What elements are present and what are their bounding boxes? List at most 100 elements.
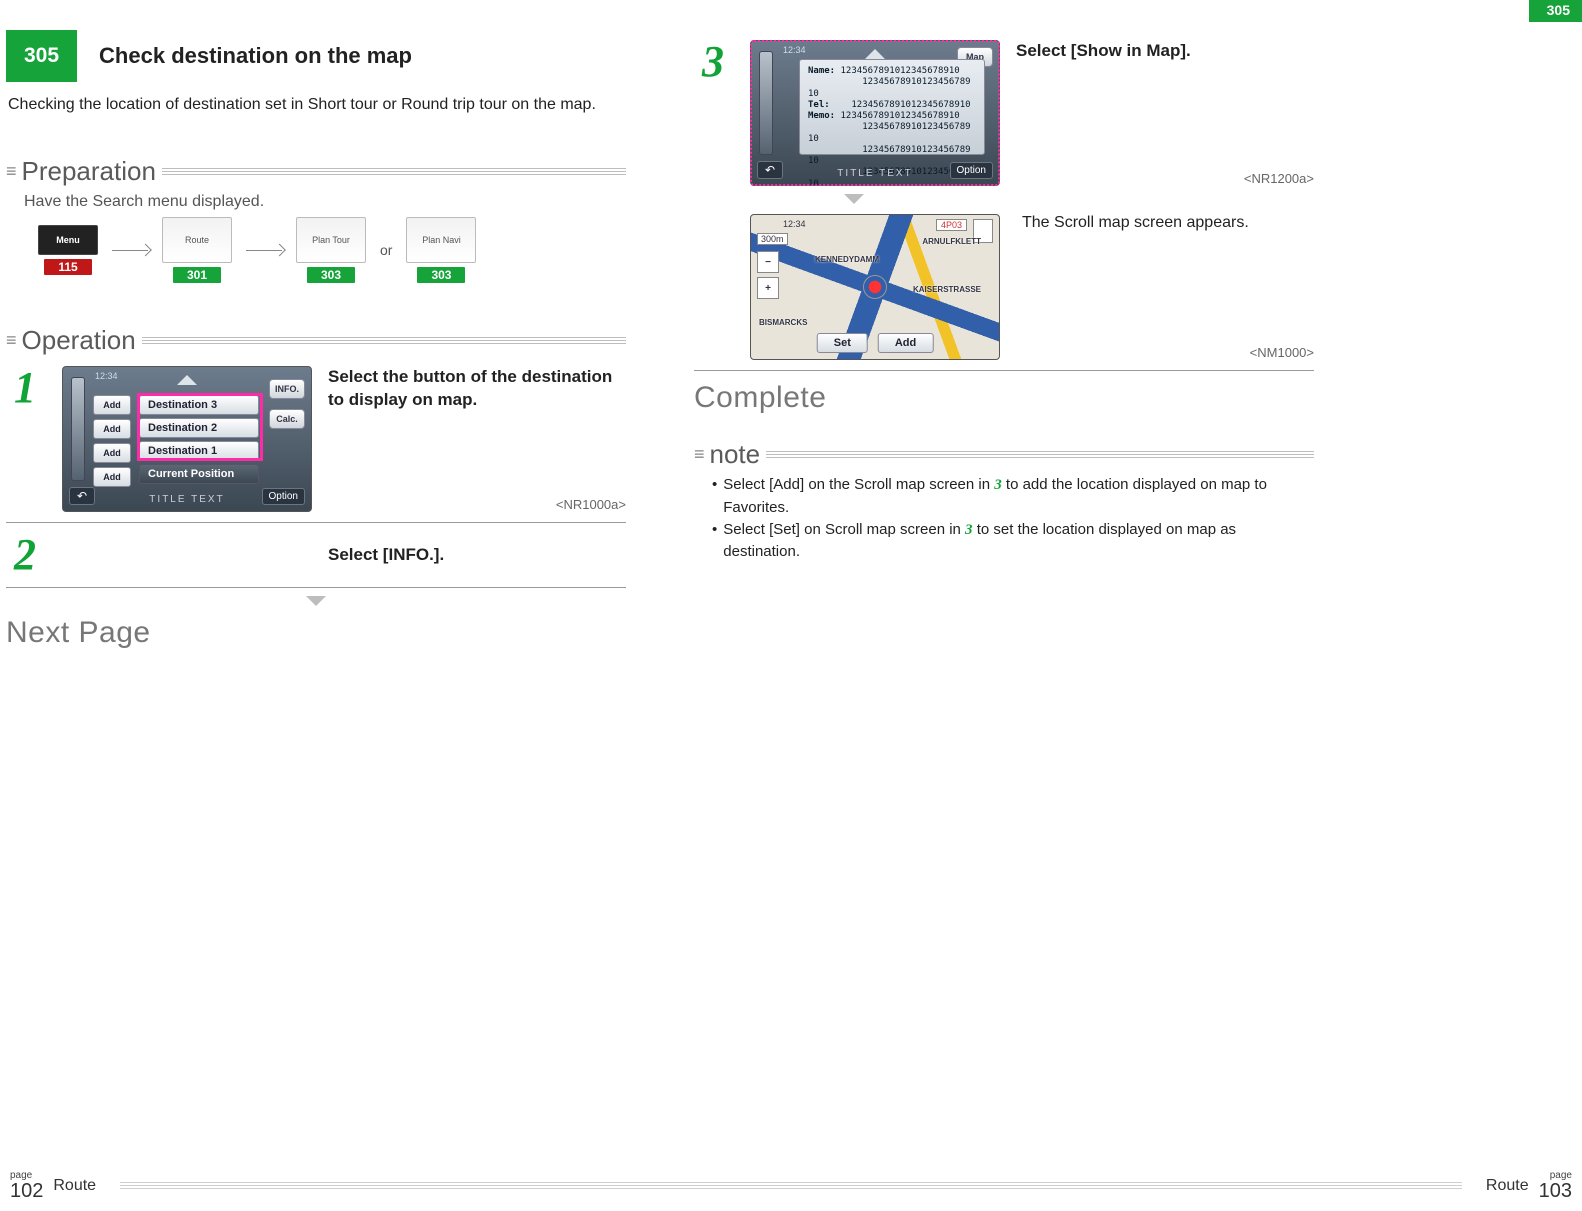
bullet-icon: •: [712, 474, 717, 519]
destination-item[interactable]: Destination 3: [139, 395, 259, 415]
screenshot-scroll-map: 12:34 300m − + 4P03 KENNEDYDAMM KAISERST…: [750, 214, 1000, 360]
name-label: Name:: [808, 66, 835, 76]
option-button[interactable]: Option: [262, 488, 305, 505]
page-footer: page 102 Route Route page 103: [10, 1171, 1572, 1201]
info-button[interactable]: INFO.: [269, 379, 305, 399]
or-label: or: [380, 242, 392, 258]
scale-label: 300m: [757, 233, 788, 245]
plan-navi-thumb[interactable]: Plan Navi: [406, 217, 476, 263]
step3-text: Select [Show in Map].: [1016, 40, 1314, 171]
footer-rule: [120, 1182, 1462, 1190]
ref-tag-301[interactable]: 301: [173, 267, 221, 283]
ref-tag-115[interactable]: 115: [44, 259, 91, 275]
step3-result-text: The Scroll map screen appears.: [1022, 214, 1314, 232]
scroll-up-icon[interactable]: [865, 49, 885, 59]
section-title: Check destination on the map: [99, 43, 412, 69]
screenshot-step1: 12:34 Add Add Add Add Destination 3 Dest…: [62, 366, 312, 512]
tel-label: Tel:: [808, 100, 830, 110]
map-label: KAISERSTRASSE: [913, 285, 981, 294]
left-page-number: page 102: [10, 1171, 43, 1201]
clock-label: 12:34: [95, 371, 118, 381]
memo-label: Memo:: [808, 111, 835, 121]
footer-category-right: Route: [1486, 1177, 1529, 1195]
add-button[interactable]: Add: [93, 443, 131, 463]
info-panel: Name: 12345678910123456789​10 1234567891…: [799, 59, 985, 155]
screen-id-nm1000: <NM1000>: [1250, 345, 1314, 360]
ref-tag-303b[interactable]: 303: [417, 267, 465, 283]
step-2: 2 Select [INFO.].: [6, 533, 626, 577]
step1-text: Select the button of the destination to …: [328, 366, 626, 497]
footer-category-left: Route: [53, 1177, 96, 1195]
clock-label: 12:34: [783, 45, 806, 55]
separator: [6, 522, 626, 523]
scroll-slider[interactable]: [759, 51, 773, 155]
step-number-3: 3: [694, 40, 732, 186]
arrow-icon: [112, 242, 148, 258]
preparation-instruction: Have the Search menu displayed.: [24, 193, 626, 211]
current-position-item[interactable]: Current Position: [139, 464, 259, 484]
step-ref-3: 3: [994, 477, 1002, 493]
top-right-page-tab: 305: [1529, 0, 1582, 22]
set-button[interactable]: Set: [817, 333, 868, 353]
bullet-icon: •: [712, 519, 717, 564]
section-header: 305 Check destination on the map: [6, 30, 626, 82]
back-button[interactable]: ↶: [69, 487, 95, 505]
chevron-down-icon: [844, 194, 864, 204]
map-label: KENNEDYDAMM: [815, 255, 879, 264]
note-line-1: • Select [Add] on the Scroll map screen …: [712, 474, 1314, 519]
screen-id-nr1000a: <NR1000a>: [556, 497, 626, 512]
section-description: Checking the location of destination set…: [8, 96, 626, 114]
screen-id-nr1200a: <NR1200a>: [1244, 171, 1314, 186]
step-3: 3 12:34 Map Name: 12345678910123456789​1…: [694, 40, 1314, 186]
step-3-result: 0 12:34 300m − + 4P03 KENNEDYDAMM KAISER…: [694, 214, 1314, 360]
poi-tag: 4P03: [936, 219, 967, 231]
step2-text: Select [INFO.].: [328, 544, 626, 567]
screen-title: TITLE TEXT: [149, 494, 224, 505]
note-label: note: [710, 439, 761, 470]
plan-tour-thumb[interactable]: Plan Tour: [296, 217, 366, 263]
calc-button[interactable]: Calc.: [269, 409, 305, 429]
zoom-in-button[interactable]: +: [757, 277, 779, 299]
ref-tag-303a[interactable]: 303: [307, 267, 355, 283]
clock-label: 12:34: [783, 219, 806, 229]
route-thumb[interactable]: Route: [162, 217, 232, 263]
add-button[interactable]: Add: [93, 419, 131, 439]
map-label: ARNULFKLETT: [922, 237, 981, 246]
arrow-icon: [246, 242, 282, 258]
zoom-out-button[interactable]: −: [757, 251, 779, 273]
preparation-heading: ≡ Preparation: [6, 156, 626, 187]
step-1: 1 12:34 Add Add Add Add Destination 3: [6, 366, 626, 512]
destination-item[interactable]: Destination 1: [139, 441, 259, 461]
complete-label: Complete: [694, 381, 1314, 415]
chevron-down-icon: [306, 596, 326, 606]
page-number-box: 305: [6, 30, 77, 82]
scroll-up-icon[interactable]: [177, 375, 197, 385]
add-button[interactable]: Add: [93, 395, 131, 415]
option-button[interactable]: Option: [950, 162, 993, 179]
next-page-label: Next Page: [6, 616, 626, 650]
step-number-2: 2: [6, 533, 44, 577]
rule-icon: ≡: [6, 335, 16, 346]
step-number-1: 1: [6, 366, 44, 512]
preparation-label: Preparation: [22, 156, 156, 187]
map-pin-icon: [864, 276, 886, 298]
right-page-number: page 103: [1539, 1171, 1572, 1201]
scroll-slider[interactable]: [71, 377, 85, 481]
separator: [694, 370, 1314, 371]
separator: [6, 587, 626, 588]
destination-item[interactable]: Destination 2: [139, 418, 259, 438]
map-label: BISMARCKS: [759, 318, 807, 327]
preparation-sequence: Menu 115 Route 301 Plan Tour 303 or Plan…: [38, 217, 626, 283]
screenshot-step3: 12:34 Map Name: 12345678910123456789​10 …: [750, 40, 1000, 186]
rule-icon: ≡: [6, 166, 16, 177]
add-button[interactable]: Add: [93, 467, 131, 487]
back-button[interactable]: ↶: [757, 161, 783, 179]
add-button[interactable]: Add: [878, 333, 933, 353]
screen-title: TITLE TEXT: [837, 168, 912, 179]
operation-label: Operation: [22, 325, 136, 356]
operation-heading: ≡ Operation: [6, 325, 626, 356]
note-line-2: • Select [Set] on Scroll map screen in 3…: [712, 519, 1314, 564]
note-heading: ≡ note: [694, 439, 1314, 470]
menu-thumb[interactable]: Menu: [38, 225, 98, 255]
rule-icon: ≡: [694, 449, 704, 460]
